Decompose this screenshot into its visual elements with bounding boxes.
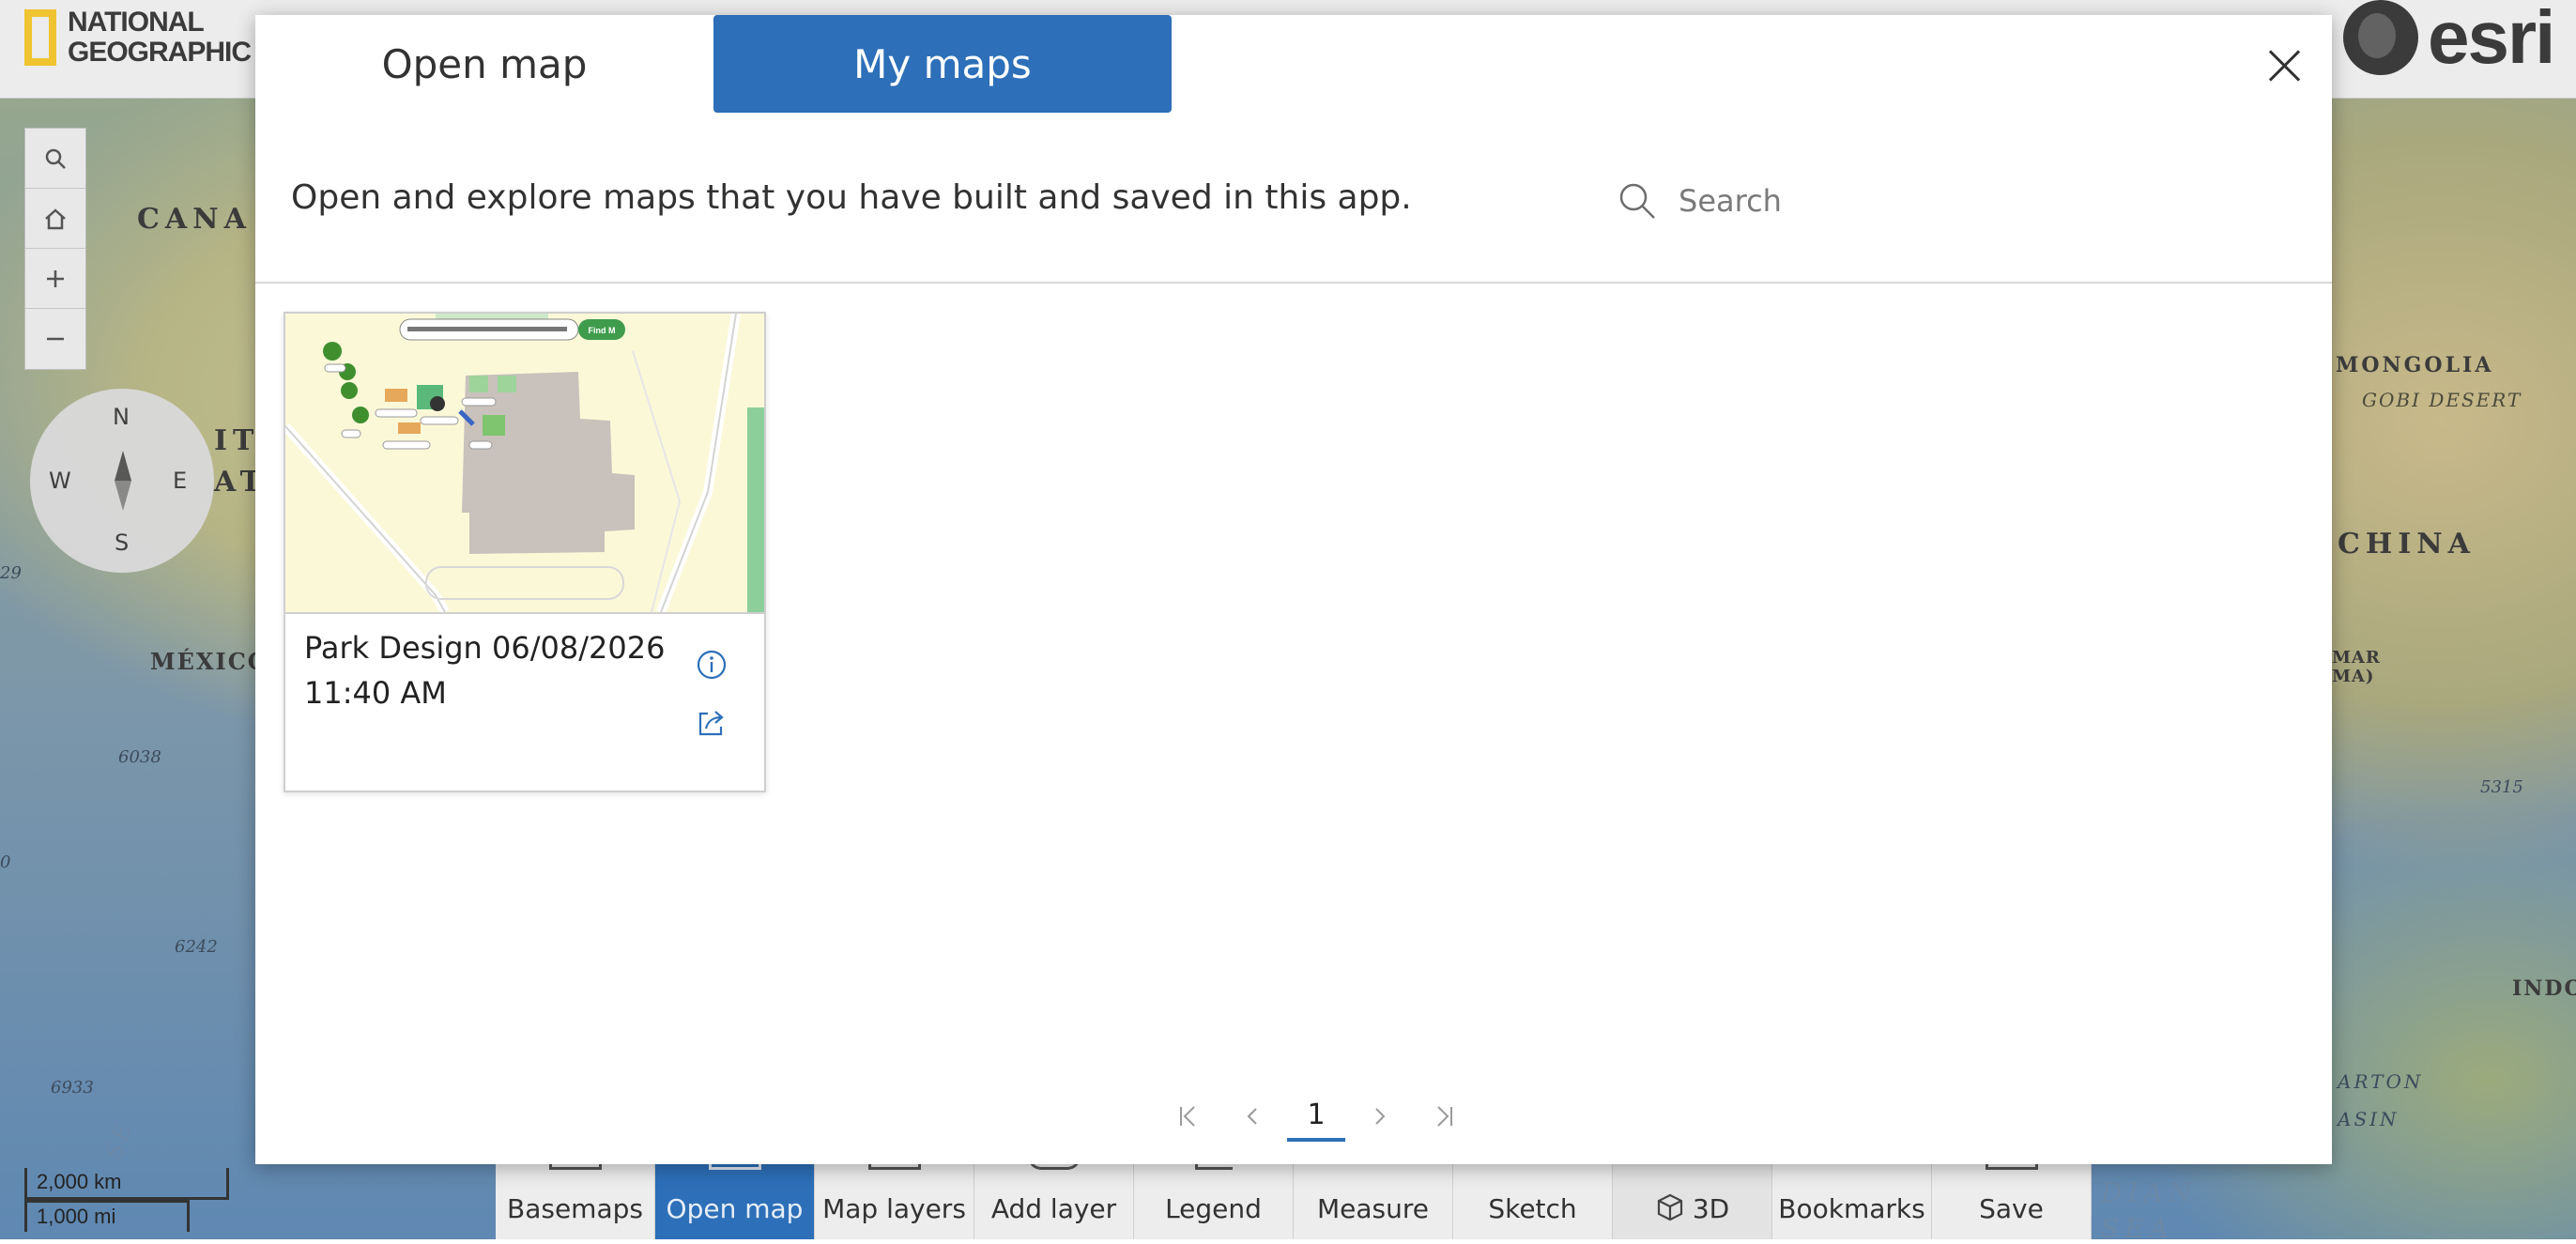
zoom-out-icon[interactable] [25,309,85,369]
tool-label: Measure [1317,1193,1429,1224]
map-label-mongolia: MONGOLIA [2336,353,2494,377]
pagination: 1 [1157,1091,1476,1142]
map-label-ma: MA) [2332,667,2375,686]
tab-my-maps[interactable]: My maps [713,15,1172,113]
map-label-indo: INDO [2512,976,2576,1001]
map-label-se: SE [100,1116,139,1163]
tool-label: Bookmarks [1778,1193,1925,1224]
open-map-dialog: Open map My maps Open and explore maps t… [255,15,2332,1164]
first-page-icon[interactable] [1157,1093,1220,1140]
map-depth: 0 [0,852,11,872]
esri-logo: esri [2343,0,2555,79]
map-depth: 29 [0,563,22,583]
previous-page-icon[interactable] [1220,1093,1284,1140]
tool-label: Save [1979,1193,2044,1224]
compass-needle-tail-icon [115,481,131,511]
map-label-sea: SEA [2101,1213,2174,1244]
map-label-arton: ARTON [2338,1070,2424,1093]
thumbnail-find-button: Find M [589,326,616,335]
national-geographic-logo: NATIONAL GEOGRAPHIC [24,7,252,68]
compass-needle-icon [115,451,131,481]
compass[interactable]: N S W E [30,389,214,573]
tool-label: Sketch [1488,1193,1577,1224]
tool-add-layer[interactable]: Add layer [974,1157,1134,1239]
tool-label: Open map [666,1193,804,1224]
dialog-description: Open and explore maps that you have buil… [291,178,1412,217]
divider [255,282,2332,284]
ng-logo-line1: NATIONAL [68,7,205,38]
compass-w: W [49,468,71,494]
map-label-united: IT [214,424,260,457]
page-number[interactable]: 1 [1287,1091,1345,1142]
map-label-dian: DIAN [2101,1177,2198,1208]
map-thumbnail[interactable]: Find M [285,314,764,614]
tool-measure[interactable]: Measure [1294,1157,1453,1239]
map-card-title-line1: Park Design 06/08/2026 [304,630,666,666]
map-label-gobi: GOBI DESERT [2362,389,2522,411]
home-icon[interactable] [25,189,85,249]
info-icon[interactable] [695,648,728,682]
compass-n: N [113,404,130,430]
tool-label: Legend [1165,1193,1262,1224]
map-controls [24,128,86,370]
map-depth: 6038 [118,747,161,767]
bottom-toolbar: Basemaps Open map Map layers Add layer L… [496,1157,2092,1239]
tool-label: Basemaps [507,1193,643,1224]
tool-label: 3D [1692,1193,1730,1224]
search-icon [1619,183,1655,219]
next-page-icon[interactable] [1348,1093,1412,1140]
tool-legend[interactable]: Legend [1134,1157,1294,1239]
last-page-icon[interactable] [1412,1093,1476,1140]
map-label-mexico: MÉXICO [150,648,269,675]
map-thumbnail-image: Find M [285,314,764,612]
ng-logo-line2: GEOGRAPHIC [68,37,252,68]
search-input[interactable] [1679,180,2261,222]
map-label-asin: ASIN [2338,1108,2400,1130]
map-label-china: CHINA [2338,528,2476,561]
compass-e: E [173,468,188,494]
tab-open-map[interactable]: Open map [255,15,713,113]
tool-label: Add layer [990,1193,1117,1224]
zoom-in-icon[interactable] [25,249,85,309]
ng-yellow-border-icon [24,9,56,66]
map-card-title: Park Design 06/08/2026 11:40 AM [304,625,680,715]
compass-s: S [115,530,130,556]
scale-mi: 1,000 mi [24,1200,190,1232]
esri-globe-icon [2343,0,2418,75]
search-icon[interactable] [25,129,85,189]
tool-bookmarks[interactable]: Bookmarks [1772,1157,1932,1239]
tool-open-map[interactable]: Open map [655,1157,815,1239]
map-depth: 5315 [2480,777,2523,797]
cube-icon [1657,1193,1682,1221]
map-card[interactable]: Find M Park Design 06/08/2026 11:40 AM [284,312,766,792]
tool-save[interactable]: Save [1932,1157,2092,1239]
map-depth: 6933 [51,1078,94,1098]
map-label-canada: CANA [137,203,252,236]
esri-logo-text: esri [2428,0,2555,79]
map-label-mar: MAR [2332,648,2381,668]
map-card-title-line2: 11:40 AM [304,675,447,711]
tool-3d[interactable]: 3D [1613,1157,1772,1239]
share-icon[interactable] [695,706,728,740]
map-depth: 6242 [175,937,218,957]
tool-sketch[interactable]: Sketch [1453,1157,1613,1239]
scale-km: 2,000 km [24,1168,229,1200]
tool-map-layers[interactable]: Map layers [815,1157,974,1239]
scale-bar: 2,000 km 1,000 mi [24,1168,229,1232]
close-icon[interactable] [2266,47,2304,84]
tool-label: Map layers [822,1193,966,1224]
tool-basemaps[interactable]: Basemaps [496,1157,655,1239]
